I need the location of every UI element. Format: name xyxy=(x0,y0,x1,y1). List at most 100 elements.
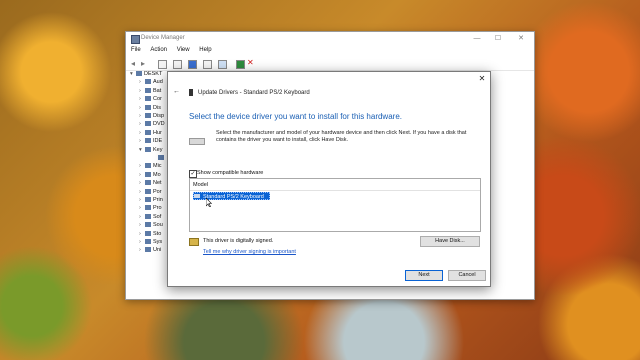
tree-item-label: Pro xyxy=(153,205,162,212)
header-divider xyxy=(190,190,480,191)
tree-item[interactable]: › Prin xyxy=(139,197,163,205)
tree-item-label: Uni xyxy=(153,247,162,254)
tree-item-label: Mic xyxy=(153,163,162,170)
tree-item-label: Sof xyxy=(153,213,162,220)
update-drivers-dialog: ✕ ← Update Drivers - Standard PS/2 Keybo… xyxy=(167,71,491,287)
device-category-icon xyxy=(145,121,151,127)
window-title: Device Manager xyxy=(141,35,185,41)
tree-item-label: Por xyxy=(153,188,162,195)
title-bar[interactable]: Device Manager — ☐ ✕ xyxy=(126,32,534,46)
show-compatible-checkbox[interactable]: ✓ xyxy=(189,170,197,178)
tree-item-label: Disp xyxy=(153,113,165,119)
device-manager-icon xyxy=(131,35,140,44)
tree-item[interactable]: › Hur xyxy=(139,130,162,138)
maximize-button[interactable]: ☐ xyxy=(493,34,503,44)
show-compatible-label[interactable]: Show compatible hardware xyxy=(197,170,263,176)
scan-hardware-icon[interactable] xyxy=(218,60,227,69)
tree-root[interactable]: ▾ DESKT xyxy=(130,71,162,79)
device-category-icon xyxy=(145,129,151,135)
dialog-close-button[interactable]: ✕ xyxy=(477,74,487,84)
tree-item[interactable]: › Bat xyxy=(139,88,161,96)
tree-item-label: Cor xyxy=(153,96,162,103)
back-arrow-icon[interactable]: ◂ xyxy=(131,59,135,68)
tree-item-label: DVD xyxy=(153,121,165,128)
signed-status-text: This driver is digitally signed. xyxy=(203,238,274,244)
device-category-icon xyxy=(145,205,151,211)
device-category-icon xyxy=(145,171,151,177)
tree-item-label: Key xyxy=(153,146,163,153)
menu-help[interactable]: Help xyxy=(199,47,211,53)
back-arrow-icon[interactable]: ← xyxy=(173,88,180,95)
tree-item[interactable]: › Cor xyxy=(139,96,162,104)
tree-item[interactable] xyxy=(152,155,166,163)
model-list-item-selected[interactable]: Standard PS/2 Keyboard xyxy=(193,192,270,200)
tree-item-label: Sto xyxy=(153,230,162,237)
device-category-icon xyxy=(145,213,151,219)
view-icon[interactable] xyxy=(203,60,212,69)
device-icon xyxy=(189,89,193,96)
driver-signing-link[interactable]: Tell me why driver signing is important xyxy=(203,249,296,255)
device-category-icon xyxy=(145,79,151,85)
properties-icon[interactable] xyxy=(173,60,182,69)
signed-driver-icon xyxy=(189,238,199,246)
tree-item-label: Sys xyxy=(153,239,163,245)
model-item-label: Standard PS/2 Keyboard xyxy=(203,194,264,200)
device-category-icon xyxy=(145,87,151,93)
tree-item-label: Bat xyxy=(153,87,162,94)
dialog-description: Select the manufacturer and model of you… xyxy=(216,130,467,143)
model-column-header[interactable]: Model xyxy=(193,182,208,188)
tree-item[interactable]: › IDE xyxy=(139,138,162,146)
device-category-icon xyxy=(158,155,164,161)
tree-item-label: Aud xyxy=(153,79,163,86)
tree-item[interactable]: ▾ Key xyxy=(139,147,162,155)
tree-item[interactable]: › Net xyxy=(139,180,162,188)
tree-item[interactable]: › Dis xyxy=(139,105,161,113)
tree-item[interactable]: › Sof xyxy=(139,214,161,222)
dialog-title: Update Drivers - Standard PS/2 Keyboard xyxy=(198,90,310,96)
menu-view[interactable]: View xyxy=(177,47,190,53)
device-category-icon xyxy=(145,96,151,102)
close-button[interactable]: ✕ xyxy=(516,34,526,44)
forward-arrow-icon[interactable]: ▸ xyxy=(141,59,145,68)
keyboard-icon xyxy=(194,194,200,198)
show-hide-console-tree-icon[interactable] xyxy=(158,60,167,69)
tree-item[interactable]: › Disp xyxy=(139,113,164,121)
minimize-button[interactable]: — xyxy=(472,34,482,44)
next-button[interactable]: Next xyxy=(405,270,443,281)
menu-file[interactable]: File xyxy=(131,47,141,53)
model-list[interactable]: Model Standard PS/2 Keyboard xyxy=(189,178,481,232)
toolbar: ◂ ▸ ✕ xyxy=(126,58,534,71)
keyboard-icon xyxy=(189,138,205,145)
device-category-icon xyxy=(145,163,151,169)
device-category-icon xyxy=(136,71,142,77)
tree-item-label: IDE xyxy=(153,138,163,145)
device-category-icon xyxy=(145,113,151,119)
tree-item[interactable]: › Sou xyxy=(139,222,163,230)
menu-action[interactable]: Action xyxy=(150,47,167,53)
tree-item[interactable]: › Sto xyxy=(139,231,161,239)
dialog-heading: Select the device driver you want to ins… xyxy=(189,112,402,121)
tree-item-label: Mo xyxy=(153,171,161,178)
tree-item[interactable]: › Mo xyxy=(139,172,161,180)
cancel-button[interactable]: Cancel xyxy=(448,270,486,281)
tree-item[interactable]: › Por xyxy=(139,189,162,197)
device-category-icon xyxy=(145,239,151,245)
menu-bar: File Action View Help xyxy=(126,47,534,57)
device-category-icon xyxy=(145,104,151,110)
help-icon[interactable] xyxy=(188,60,197,69)
tree-item-label: Dis xyxy=(153,104,161,111)
tree-item-label: DESKT xyxy=(144,71,163,77)
tree-item-label: Prin xyxy=(153,197,163,203)
device-category-icon xyxy=(145,138,151,144)
uninstall-icon[interactable]: ✕ xyxy=(247,58,254,67)
device-category-icon xyxy=(145,188,151,194)
tree-item[interactable]: › Aud xyxy=(139,79,163,87)
tree-item[interactable]: › DVD xyxy=(139,121,165,129)
tree-item[interactable]: › Mic xyxy=(139,163,162,171)
tree-item[interactable]: › Uni xyxy=(139,247,161,255)
device-category-icon xyxy=(145,222,151,228)
have-disk-button[interactable]: Have Disk... xyxy=(420,236,480,247)
update-driver-icon[interactable] xyxy=(236,60,245,69)
tree-item[interactable]: › Sys xyxy=(139,239,162,247)
tree-item[interactable]: › Pro xyxy=(139,205,162,213)
